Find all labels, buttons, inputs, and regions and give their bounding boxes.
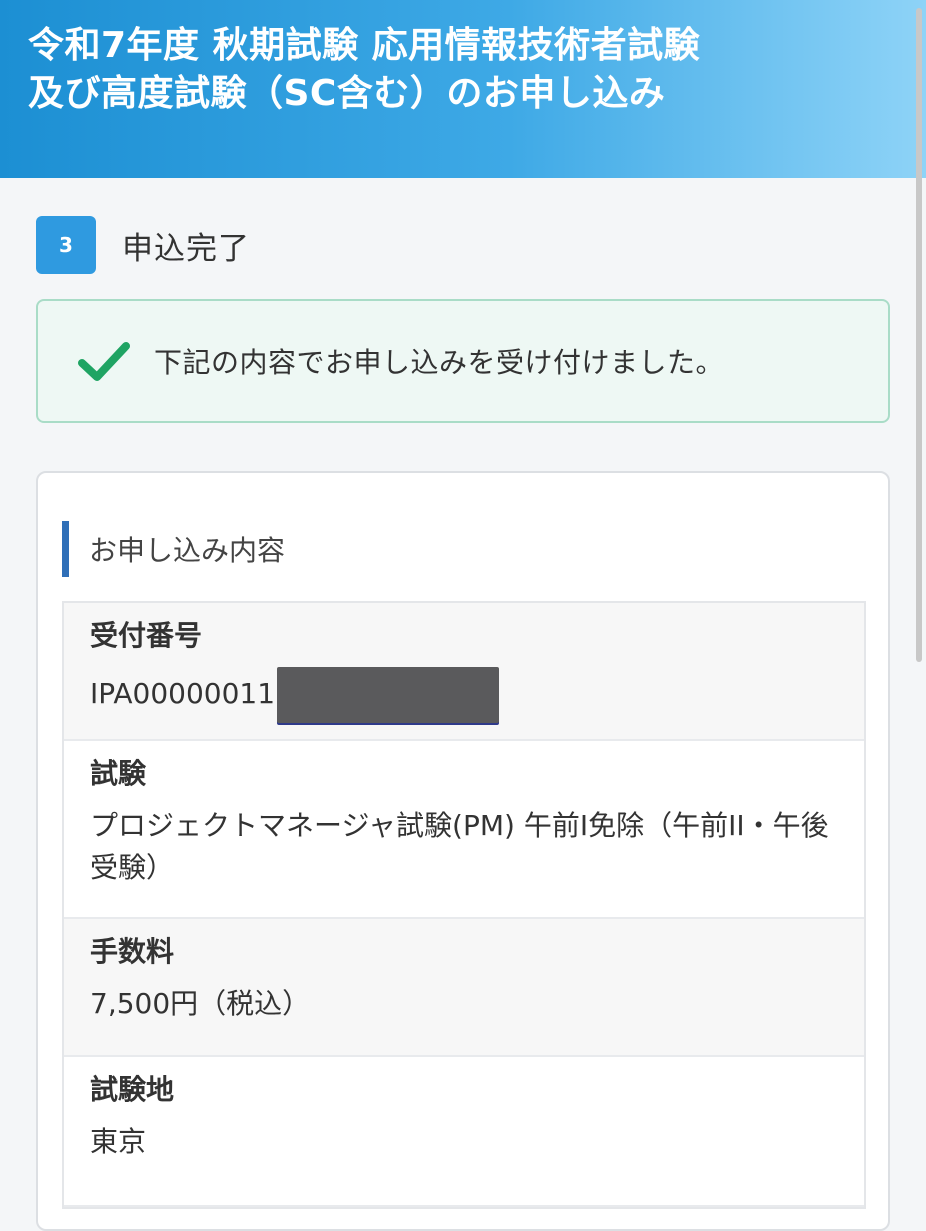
row-receipt-number: 受付番号 IPA00000011 [64,603,864,741]
success-alert: 下記の内容でお申し込みを受け付けました。 [36,299,890,423]
exam-value: プロジェクトマネージャ試験(PM) 午前I免除（午前II・午後受験） [90,809,829,884]
fee-value: 7,500円（税込） [90,987,311,1020]
row-exam: 試験 プロジェクトマネージャ試験(PM) 午前I免除（午前II・午後受験） [64,741,864,919]
section-heading: お申し込み内容 [62,521,285,577]
exam-label: 試験 [90,757,147,790]
application-details-card: お申し込み内容 受付番号 IPA00000011 試験 プロジェクトマネージャ試… [36,471,890,1231]
receipt-number-text: IPA00000011 [90,677,276,710]
fee-label: 手数料 [90,935,175,968]
row-fee: 手数料 7,500円（税込） [64,919,864,1057]
details-table: 受付番号 IPA00000011 試験 プロジェクトマネージャ試験(PM) 午前… [62,601,866,1209]
receipt-number-value: IPA00000011 [90,667,840,723]
section-accent-bar [62,521,69,577]
receipt-number-label: 受付番号 [90,619,203,652]
checkmark-icon [78,342,130,381]
success-message: 下記の内容でお申し込みを受け付けました。 [154,346,725,379]
scrollbar[interactable] [916,8,922,662]
step-indicator: 3 申込完了 [36,216,250,274]
section-title: お申し込み内容 [89,534,286,567]
exam-location-label: 試験地 [90,1073,175,1106]
step-label: 申込完了 [122,230,250,267]
step-number-badge: 3 [36,216,96,274]
exam-location-value: 東京 [90,1125,147,1158]
redaction-block [277,667,500,723]
page-header: 令和7年度 秋期試験 応用情報技術者試験及び高度試験（SC含む）のお申し込み [0,0,926,178]
row-exam-location: 試験地 東京 [64,1057,864,1207]
page-title: 令和7年度 秋期試験 応用情報技術者試験及び高度試験（SC含む）のお申し込み [28,25,701,114]
